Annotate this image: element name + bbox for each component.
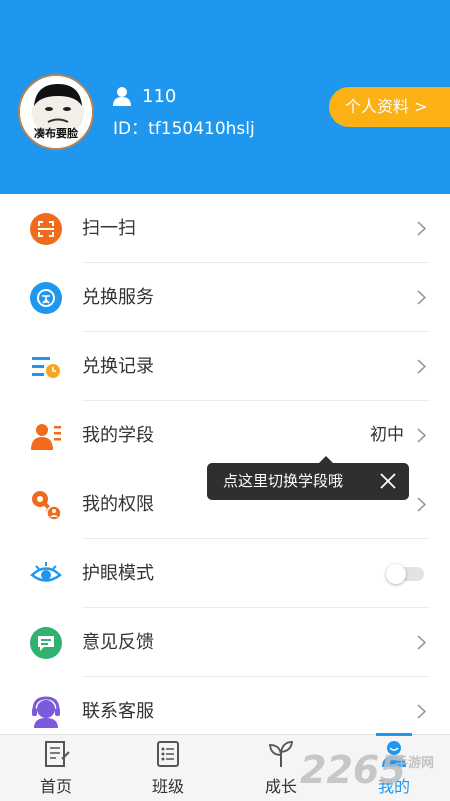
scan-icon: [30, 213, 62, 245]
menu-item-exchange-record[interactable]: 兑换记录: [0, 332, 450, 401]
tab-label: 班级: [151, 777, 184, 796]
avatar[interactable]: 凑布要脸: [18, 74, 94, 150]
menu-item-customer-service[interactable]: 联系客服: [0, 677, 450, 734]
chevron-right-icon: [417, 221, 426, 236]
key-icon: [32, 491, 62, 521]
avatar-caption: 凑布要脸: [34, 127, 78, 140]
watermark-caption: 手游网: [395, 756, 435, 771]
chevron-right-icon: [417, 359, 426, 374]
menu-item-scan[interactable]: 扫一扫: [0, 194, 450, 263]
close-icon[interactable]: [379, 472, 397, 490]
menu-item-label: 扫一扫: [82, 218, 136, 239]
grade-tooltip: 点这里切换学段哦: [207, 463, 409, 500]
exchange-icon: [30, 282, 62, 314]
user-name: 110: [142, 86, 177, 107]
toggle-knob: [386, 564, 406, 584]
menu-item-label: 我的学段: [82, 425, 154, 446]
profile-button[interactable]: 个人资料 >: [329, 87, 450, 127]
menu-item-exchange[interactable]: 兑换服务: [0, 263, 450, 332]
tab-home[interactable]: 首页: [0, 735, 112, 801]
menu-item-label: 兑换记录: [82, 356, 154, 377]
active-tab-indicator: [376, 733, 412, 736]
home-book-icon: [45, 741, 70, 767]
user-id: ID：tf150410hslj: [113, 119, 255, 139]
menu-item-grade[interactable]: 我的学段 初中: [0, 401, 450, 470]
feedback-icon: [30, 627, 62, 659]
chevron-right-icon: [417, 428, 426, 443]
record-icon: [32, 357, 60, 378]
menu-item-label: 联系客服: [82, 701, 154, 722]
menu-item-eye-mode[interactable]: 护眼模式: [0, 539, 450, 608]
watermark-logo: 2265: [300, 748, 406, 792]
menu-item-label: 兑换服务: [82, 287, 154, 308]
chevron-right-icon: [417, 635, 426, 650]
tab-class[interactable]: 班级: [112, 735, 224, 801]
profile-header: 凑布要脸 110 ID：tf150410hslj 个人资料 >: [0, 0, 450, 194]
user-icon: [113, 87, 131, 106]
grade-value: 初中: [370, 425, 404, 445]
menu-item-feedback[interactable]: 意见反馈: [0, 608, 450, 677]
sprout-icon: [269, 741, 294, 767]
chevron-right-icon: [417, 497, 426, 512]
chevron-right-icon: [417, 704, 426, 719]
tooltip-text: 点这里切换学段哦: [223, 472, 344, 490]
eye-icon: [30, 562, 62, 582]
class-list-icon: [157, 741, 179, 767]
menu-item-label: 我的权限: [82, 494, 154, 515]
chevron-right-icon: [417, 290, 426, 305]
eye-mode-toggle[interactable]: [386, 564, 424, 584]
menu-item-label: 意见反馈: [82, 632, 154, 653]
headset-icon: [32, 696, 60, 728]
tooltip-arrow: [319, 456, 333, 463]
tab-label: 首页: [39, 777, 72, 796]
grade-icon: [31, 424, 61, 450]
menu-item-label: 护眼模式: [82, 563, 154, 584]
